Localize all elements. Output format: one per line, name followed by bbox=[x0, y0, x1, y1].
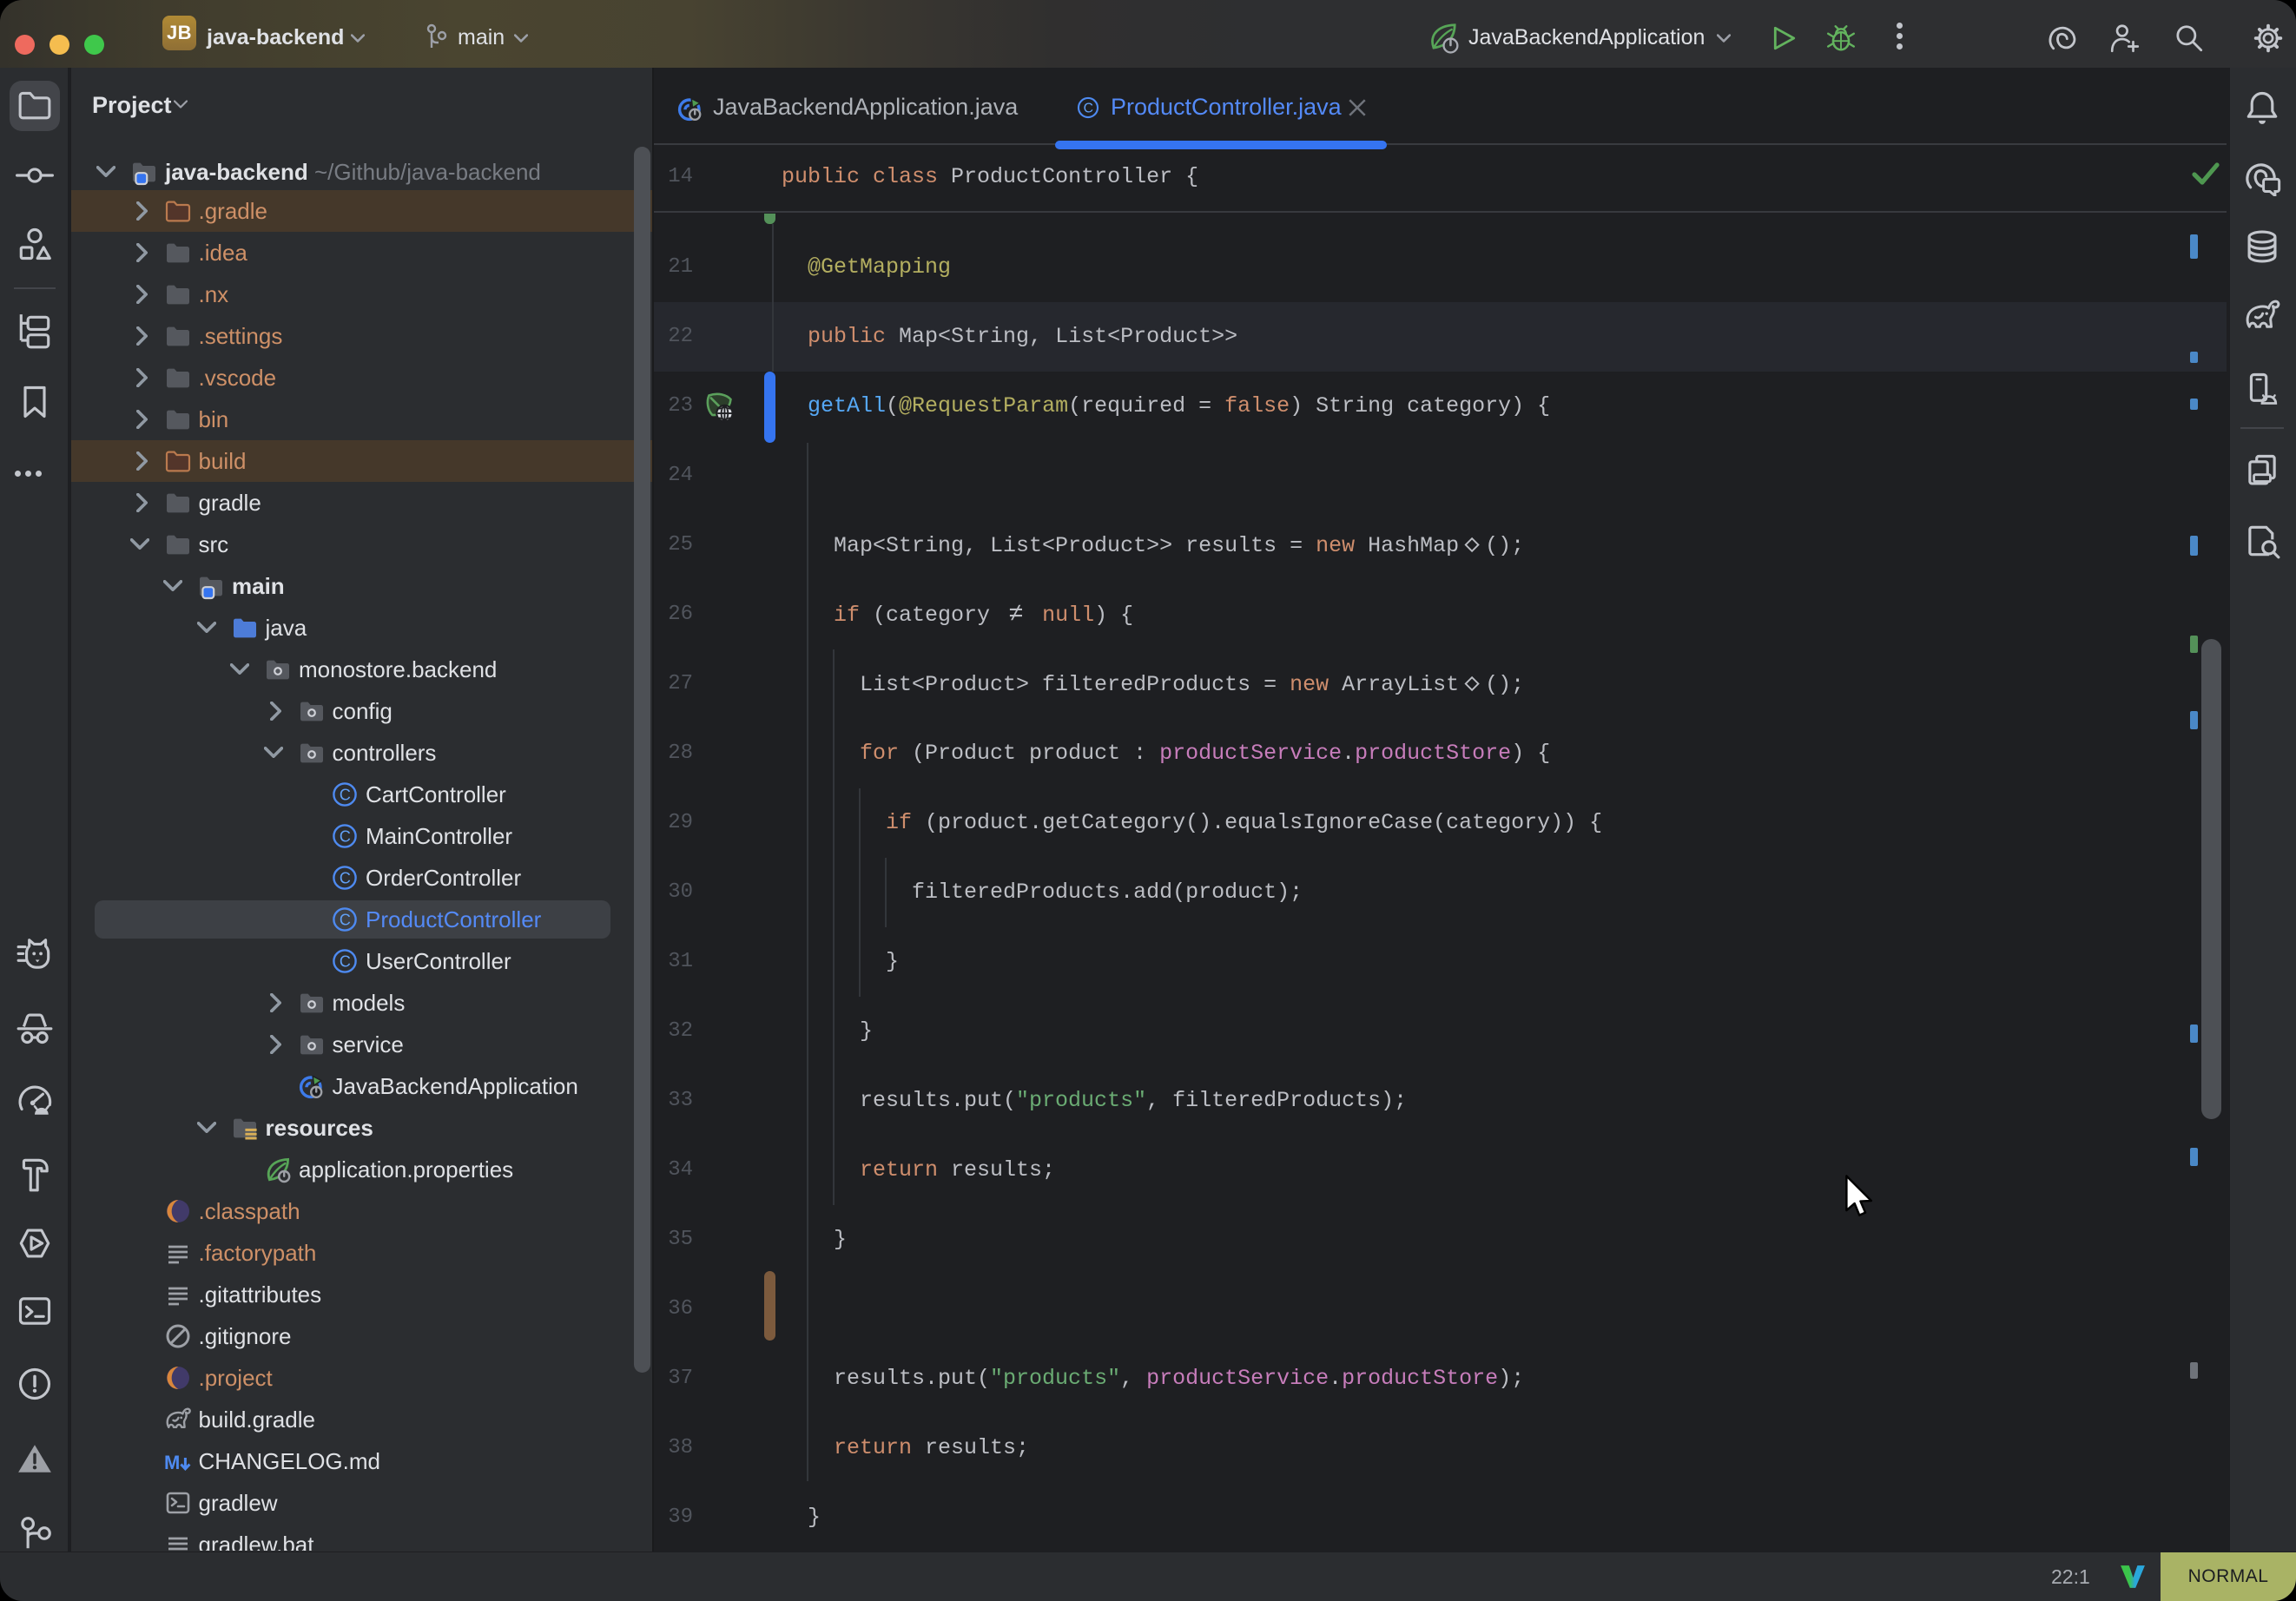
svg-text:C: C bbox=[340, 869, 351, 886]
svg-text:C: C bbox=[340, 911, 351, 928]
svg-text:M: M bbox=[164, 1452, 180, 1473]
svg-text:C: C bbox=[1084, 102, 1093, 116]
svg-text:C: C bbox=[340, 827, 351, 845]
svg-text:C: C bbox=[340, 786, 351, 803]
svg-text:C: C bbox=[340, 952, 351, 970]
